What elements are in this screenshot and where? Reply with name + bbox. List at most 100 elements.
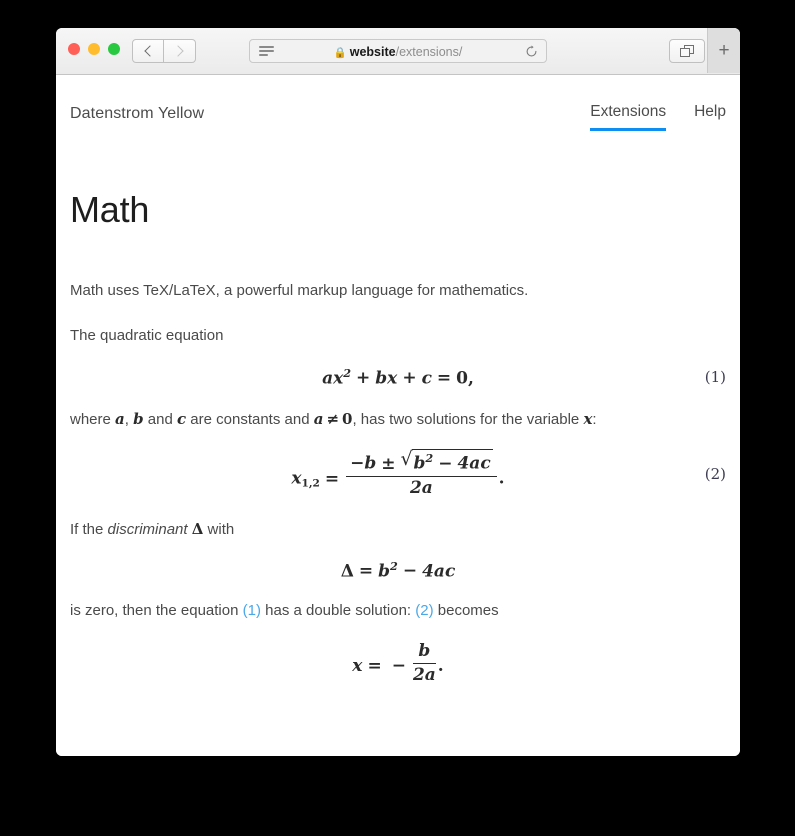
radical-icon: √ xyxy=(400,448,413,471)
eq1-plus-2: + xyxy=(402,368,417,389)
disc-delta: Δ xyxy=(191,519,204,538)
eq2-minus-2: − xyxy=(438,454,453,475)
where-p4: , has two solutions for the variable xyxy=(352,411,584,429)
browser-window: 🔒 website/extensions/ + Datenstrom Yellow… xyxy=(56,28,740,756)
eq2-sqrt: √ b2−4ac xyxy=(400,448,493,475)
page-viewport: Datenstrom Yellow Extensions Help Math M… xyxy=(56,75,740,756)
eq2-period: . xyxy=(498,468,505,489)
main-content: Math Math uses TeX/LaTeX, a powerful mar… xyxy=(70,145,726,686)
eq3-equals: = xyxy=(358,561,374,582)
reload-icon[interactable] xyxy=(525,45,538,58)
equation-4-body: x = − b 2a . xyxy=(352,641,443,687)
eq3-b: b xyxy=(378,561,391,582)
where-p2: and xyxy=(143,411,177,429)
tab-overview-button[interactable] xyxy=(669,39,705,63)
eq4-equals: = xyxy=(367,655,382,676)
zero-p2: has a double solution: xyxy=(260,602,416,620)
eq1-zero: 0 xyxy=(456,368,469,389)
where-var-c: c xyxy=(176,410,187,429)
url-text: 🔒 website/extensions/ xyxy=(250,40,546,64)
new-tab-button[interactable]: + xyxy=(707,28,740,73)
eq3-minus: − xyxy=(402,561,418,582)
equation-3-body: Δ = b2−4ac xyxy=(341,559,456,582)
eq2-x: x xyxy=(291,468,302,489)
nav-item-help[interactable]: Help xyxy=(694,103,726,131)
forward-button[interactable] xyxy=(164,39,196,63)
lock-icon: 🔒 xyxy=(333,46,347,59)
where-p1: where xyxy=(70,411,116,429)
equation-block-4: x = − b 2a . xyxy=(70,641,726,687)
equation-number-1: (1) xyxy=(704,367,726,386)
eq4-x: x xyxy=(352,655,363,676)
page-title: Math xyxy=(70,189,150,230)
where-paragraph: where a, b and c are constants and a ≠ 0, … xyxy=(70,408,726,431)
eq2-plus-minus: ± xyxy=(381,454,396,475)
eq2-b2: b xyxy=(413,454,426,475)
disc-p1: If the xyxy=(70,520,108,538)
intro-paragraph: Math uses TeX/LaTeX, a powerful markup l… xyxy=(70,282,529,299)
discriminant-paragraph: If the discriminant Δ with xyxy=(70,518,726,541)
eq2-numerator: −b ± √ b2−4ac xyxy=(346,448,497,478)
where-var-a: a xyxy=(115,410,125,429)
equation-block-3: Δ = b2−4ac xyxy=(70,559,726,582)
eq4-numerator: b xyxy=(412,641,436,664)
chevron-right-icon xyxy=(172,45,184,57)
minimize-window-button[interactable] xyxy=(88,43,100,55)
eq3-4ac: 4ac xyxy=(422,561,456,582)
eq1-equals: = xyxy=(436,368,452,389)
eq1-b: b xyxy=(375,368,388,389)
eq1-plus-1: + xyxy=(356,368,371,389)
site-navigation: Extensions Help xyxy=(590,103,726,131)
where-zero: 0 xyxy=(342,410,353,429)
eq1-c: c xyxy=(421,368,432,389)
url-path: /extensions/ xyxy=(395,45,463,59)
eq3-exponent: 2 xyxy=(390,558,398,573)
browser-toolbar: 🔒 website/extensions/ + xyxy=(56,28,740,75)
eq4-fraction: b 2a xyxy=(412,641,436,687)
equation-block-2: x1,2 = −b ± √ b2−4ac 2a . (2) xyxy=(70,448,726,499)
tab-overview-icon xyxy=(680,45,694,57)
zoom-window-button[interactable] xyxy=(108,43,120,55)
navigation-buttons xyxy=(132,39,196,63)
eq1-x: x xyxy=(333,368,344,389)
eq1-x2: x xyxy=(387,368,398,389)
where-p3: are constants and xyxy=(186,411,314,429)
eq4-period: . xyxy=(437,655,444,676)
eq4-denominator: 2a xyxy=(412,664,436,685)
eq1-exponent: 2 xyxy=(343,365,352,380)
eq2-fraction: −b ± √ b2−4ac 2a xyxy=(346,448,497,499)
nav-item-extensions[interactable]: Extensions xyxy=(590,103,666,131)
equation-1-body: ax2 + bx + c = 0, xyxy=(322,366,474,389)
back-button[interactable] xyxy=(132,39,164,63)
equation-reference-2[interactable]: (2) xyxy=(415,602,433,619)
where-comma: , xyxy=(124,411,134,429)
eq2-4ac: 4ac xyxy=(457,454,491,475)
where-var-b: b xyxy=(133,410,144,429)
eq2-radicand: b2−4ac xyxy=(411,449,493,475)
eq2-equals: = xyxy=(324,468,340,489)
equation-reference-1[interactable]: (1) xyxy=(243,602,261,619)
chevron-left-icon xyxy=(143,45,156,57)
eq2-exponent: 2 xyxy=(425,451,434,466)
zero-p3: becomes xyxy=(433,602,499,620)
disc-emphasis: discriminant xyxy=(107,520,188,538)
disc-p3: with xyxy=(203,520,235,538)
url-host: website xyxy=(349,45,396,59)
eq2-denominator: 2a xyxy=(409,478,433,499)
quadratic-paragraph: The quadratic equation xyxy=(70,327,224,345)
window-controls xyxy=(68,43,120,55)
address-bar[interactable]: 🔒 website/extensions/ xyxy=(249,39,547,63)
where-var-a2: a xyxy=(313,410,324,429)
eq2-subscript: 1,2 xyxy=(301,477,320,490)
eq4-minus: − xyxy=(391,655,406,676)
equation-2-body: x1,2 = −b ± √ b2−4ac 2a . xyxy=(291,448,505,499)
site-header: Datenstrom Yellow Extensions Help xyxy=(70,75,726,145)
close-window-button[interactable] xyxy=(68,43,80,55)
eq3-delta: Δ xyxy=(340,561,354,582)
equation-block-1: ax2 + bx + c = 0, (1) xyxy=(70,366,726,389)
eq1-comma: , xyxy=(468,368,474,389)
where-neq-sign: ≠ xyxy=(326,410,340,429)
eq2-minus: − xyxy=(350,454,365,475)
eq1-a: a xyxy=(322,368,334,389)
zero-p1: is zero, then the equation xyxy=(70,602,243,620)
